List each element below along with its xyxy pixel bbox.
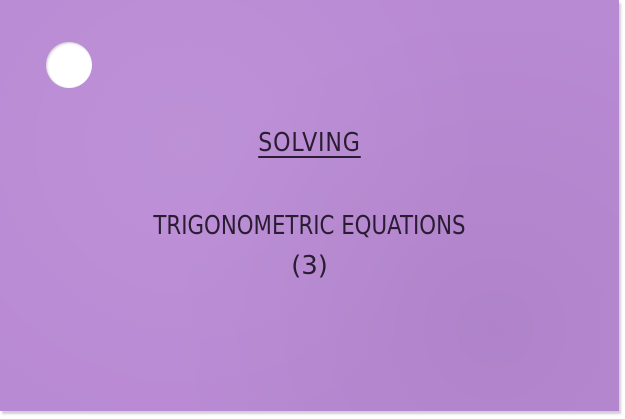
card-heading: SOLVING (258, 128, 361, 158)
card-title: TRIGONOMETRIC EQUATIONS (153, 211, 466, 241)
flash-card: SOLVING TRIGONOMETRIC EQUATIONS (3) (0, 0, 619, 411)
punch-hole (46, 42, 92, 88)
card-subtitle: (3) (291, 251, 328, 281)
